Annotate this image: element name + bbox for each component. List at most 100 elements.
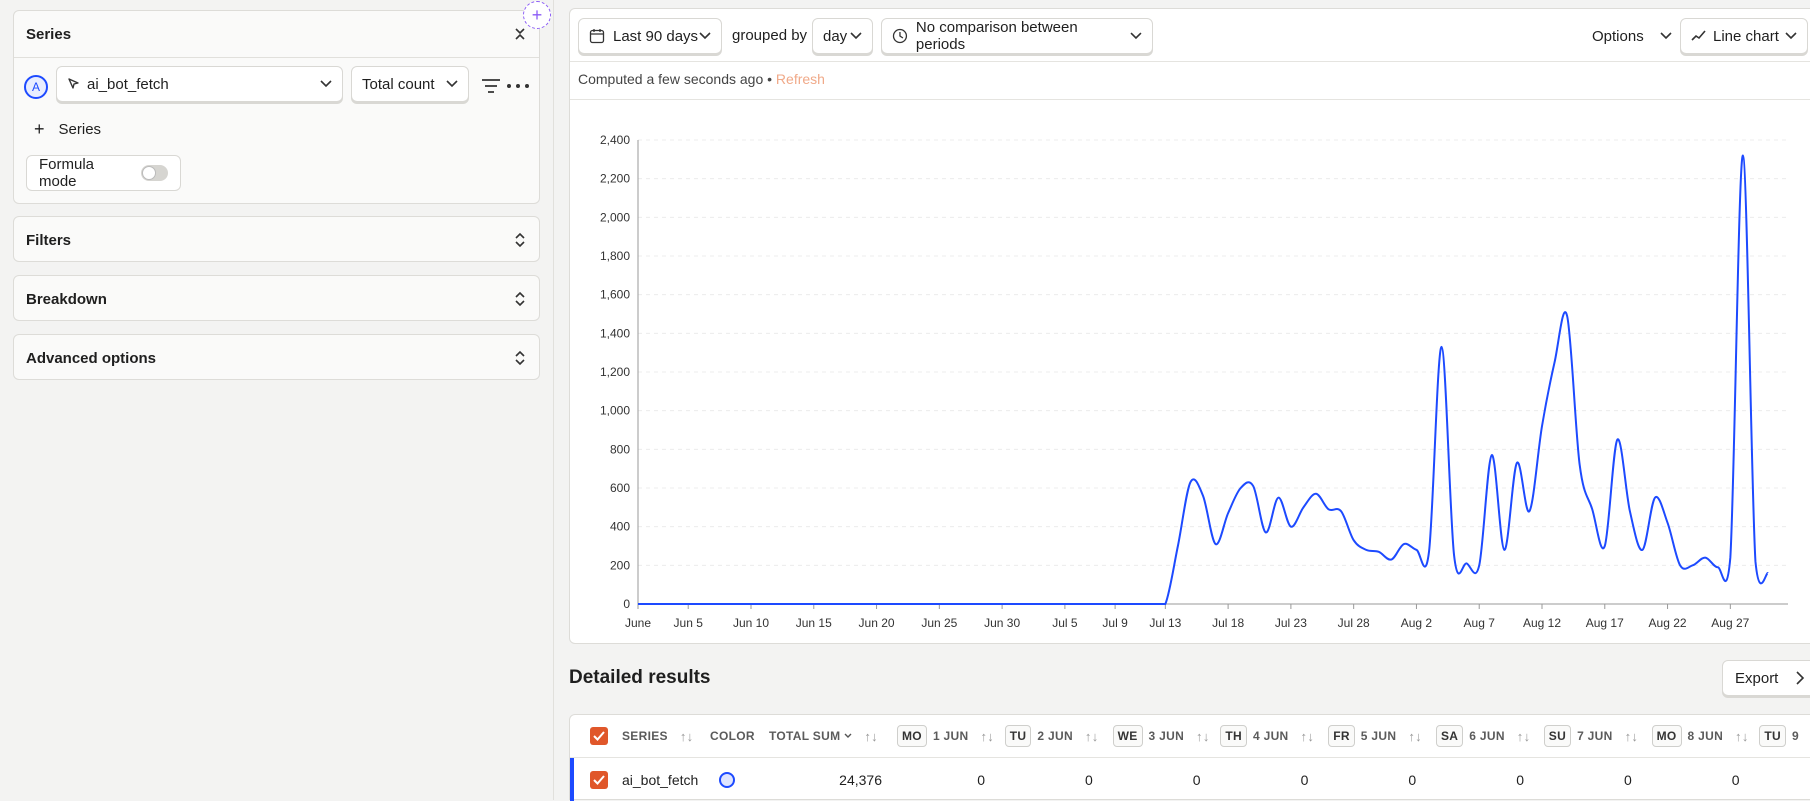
y-tick-label: 800	[610, 442, 630, 456]
day-value-cell: 0	[1516, 772, 1524, 788]
status-divider	[570, 99, 1810, 100]
sort-icon[interactable]: ↑↓	[1625, 729, 1639, 744]
select-all-checkbox[interactable]	[590, 727, 608, 745]
day-date-label: 7 JUN	[1577, 729, 1613, 743]
filters-section[interactable]: Filters	[13, 216, 540, 262]
toggle-switch[interactable]	[140, 165, 168, 181]
sort-icon[interactable]: ↑↓	[864, 729, 878, 744]
day-value-cell	[1769, 765, 1810, 795]
y-tick-label: 1,800	[600, 249, 630, 263]
date-range-label: Last 90 days	[613, 27, 699, 45]
chevron-down-icon	[1130, 32, 1142, 40]
interval-select[interactable]: day	[812, 18, 873, 54]
day-value-cell: 0	[1085, 772, 1093, 788]
filter-icon[interactable]	[480, 77, 502, 95]
event-select[interactable]: ai_bot_fetch	[56, 66, 343, 102]
x-tick-label: Aug 12	[1523, 616, 1561, 630]
day-column-header[interactable]: SU 7 JUN ↑↓	[1543, 715, 1639, 757]
collapse-icon[interactable]	[513, 23, 527, 45]
comparison-label: No comparison between periods	[915, 19, 1078, 53]
day-date-label: 8 JUN	[1687, 729, 1724, 743]
day-of-week-badge: SU	[1543, 725, 1572, 747]
math-select[interactable]: Total count	[351, 66, 469, 102]
add-series-button[interactable]: + Series	[34, 120, 101, 138]
x-tick-label: Jul 5	[1052, 616, 1078, 630]
more-icon[interactable]	[506, 83, 530, 89]
day-of-week-badge: MO	[897, 725, 927, 747]
x-tick-label: Jun 10	[733, 616, 769, 630]
day-column-header[interactable]: TU 9	[1759, 715, 1799, 757]
day-column-header[interactable]: FR 5 JUN ↑↓	[1328, 715, 1422, 757]
comparison-select[interactable]: No comparison between periods	[881, 18, 1153, 54]
y-tick-label: 1,400	[600, 326, 630, 340]
day-date-label: 3 JUN	[1148, 729, 1185, 743]
breakdown-section[interactable]: Breakdown	[13, 275, 540, 321]
expand-icon	[515, 291, 525, 307]
filters-title: Filters	[26, 231, 72, 249]
day-column-header[interactable]: SA 6 JUN ↑↓	[1436, 715, 1530, 757]
sort-icon[interactable]: ↑↓	[1301, 729, 1315, 744]
sort-icon[interactable]: ↑↓	[980, 729, 994, 744]
computed-text: Computed a few seconds ago	[578, 71, 764, 87]
insight-card: Last 90 days grouped by day No compariso…	[569, 8, 1810, 644]
day-column-header[interactable]: WE 3 JUN ↑↓	[1112, 715, 1210, 757]
day-value-cell: 0	[1408, 772, 1417, 788]
sort-icon[interactable]: ↑↓	[1735, 729, 1749, 744]
day-date-label: 2 JUN	[1037, 729, 1073, 743]
x-tick-label: Jul 18	[1212, 616, 1244, 630]
x-tick-label: Aug 7	[1464, 616, 1496, 630]
day-column-header[interactable]: TU 2 JUN ↑↓	[1004, 715, 1099, 757]
y-tick-label: 200	[610, 558, 630, 572]
day-date-label: 6 JUN	[1469, 729, 1505, 743]
plus-icon: +	[34, 119, 45, 139]
x-tick-label: Jun 30	[984, 616, 1020, 630]
x-tick-label: Jul 13	[1149, 616, 1181, 630]
export-button[interactable]: Export	[1722, 660, 1810, 696]
advanced-options-title: Advanced options	[26, 349, 157, 367]
sort-icon[interactable]: ↑↓	[1085, 729, 1099, 744]
series-header[interactable]: SERIES ↑↓	[622, 715, 693, 757]
x-tick-label: Jun 15	[796, 616, 832, 630]
day-value-cell: 0	[977, 772, 985, 788]
sort-icon[interactable]: ↑↓	[680, 729, 694, 744]
y-tick-label: 600	[610, 481, 630, 495]
row-total-sum: 24,376	[839, 772, 882, 788]
day-column-header[interactable]: MO 1 JUN ↑↓	[897, 715, 994, 757]
day-date-label: 4 JUN	[1253, 729, 1289, 743]
date-range-select[interactable]: Last 90 days	[578, 18, 722, 54]
y-tick-label: 1,000	[600, 404, 630, 418]
day-column-header[interactable]: TH 4 JUN ↑↓	[1220, 715, 1314, 757]
day-date-label: 5 JUN	[1360, 729, 1397, 743]
options-button[interactable]: Options	[1592, 18, 1672, 54]
x-tick-label: Jul 9	[1102, 616, 1128, 630]
series-letter-badge: A	[24, 75, 48, 99]
chevron-down-icon	[446, 80, 458, 88]
event-name: ai_bot_fetch	[87, 75, 169, 93]
day-of-week-badge: TU	[1759, 725, 1786, 747]
refresh-link[interactable]: Refresh	[776, 71, 825, 87]
x-tick-label: Jun 5	[674, 616, 704, 630]
sort-icon[interactable]: ↑↓	[1408, 729, 1422, 744]
expand-icon	[515, 350, 525, 366]
series-line-ai-bot-fetch[interactable]	[638, 154, 1769, 605]
sort-icon[interactable]: ↑↓	[1517, 729, 1531, 744]
add-plus-icon[interactable]: +	[523, 1, 551, 29]
day-of-week-badge: TH	[1220, 725, 1247, 747]
chevron-down-icon	[699, 32, 711, 40]
day-column-header[interactable]: MO 8 JUN ↑↓	[1651, 715, 1749, 757]
day-value-cell: 0	[1192, 772, 1201, 788]
day-value-cell: 0	[1731, 772, 1740, 788]
formula-mode-toggle[interactable]: Formula mode	[26, 155, 181, 191]
row-checkbox[interactable]	[590, 771, 608, 789]
day-of-week-badge: SA	[1436, 725, 1464, 747]
row-color-swatch[interactable]	[719, 765, 735, 795]
x-tick-label: Aug 17	[1586, 616, 1624, 630]
chart-type-select[interactable]: Line chart	[1680, 18, 1808, 54]
results-title: Detailed results	[569, 667, 711, 688]
column-divider	[553, 0, 554, 800]
line-chart-icon	[1691, 30, 1706, 41]
sort-icon[interactable]: ↑↓	[1196, 729, 1210, 744]
total-sum-header[interactable]: TOTAL SUM ↑↓	[769, 715, 878, 757]
day-date-label: 9	[1792, 729, 1799, 743]
advanced-options-section[interactable]: Advanced options	[13, 334, 540, 380]
